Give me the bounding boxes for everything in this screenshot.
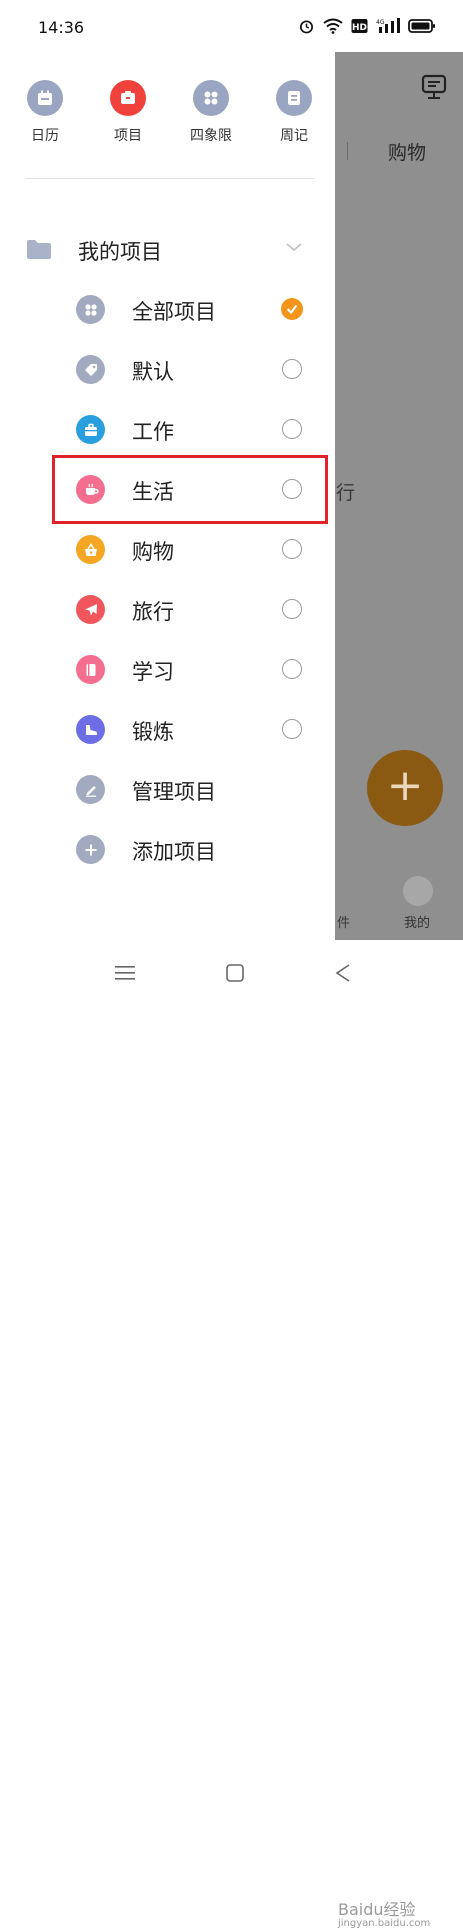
status-icons: HD 4G	[298, 18, 436, 34]
signal-icon: 4G	[376, 18, 400, 33]
weekly-note-icon	[276, 80, 312, 116]
add-icon	[76, 835, 105, 864]
radio-button[interactable]	[282, 719, 302, 739]
background-travel-text: 行	[336, 482, 356, 504]
mine-icon[interactable]	[403, 876, 433, 906]
quick-calendar[interactable]: 日历	[10, 80, 80, 145]
nav-mine[interactable]: 我的	[404, 912, 430, 931]
project-item-work[interactable]: 工作	[76, 408, 306, 452]
add-project-button[interactable]: 添加项目	[76, 828, 306, 872]
quick-calendar-label: 日历	[31, 128, 59, 144]
status-time: 14:36	[38, 18, 85, 37]
tag-icon	[76, 355, 105, 384]
project-name: 默认	[132, 360, 174, 384]
radio-button[interactable]	[282, 539, 302, 559]
alarm-icon	[300, 20, 313, 34]
project-icon	[110, 80, 146, 116]
radio-button[interactable]	[282, 359, 302, 379]
project-item-travel[interactable]: 旅行	[76, 588, 306, 632]
quick-quadrant[interactable]: 四象限	[176, 80, 246, 145]
quick-project[interactable]: 项目	[93, 80, 163, 145]
basket-icon	[76, 535, 105, 564]
radio-button[interactable]	[282, 419, 302, 439]
radio-button[interactable]	[282, 659, 302, 679]
quick-weekly[interactable]: 周记	[259, 80, 329, 145]
book-icon	[76, 655, 105, 684]
system-nav-bar: Baidu经验 jingyan.baidu.com	[0, 940, 463, 1929]
menu-icon[interactable]	[114, 964, 136, 982]
quick-project-label: 项目	[114, 128, 142, 144]
project-name: 全部项目	[132, 300, 216, 324]
monitor-icon[interactable]	[420, 74, 448, 100]
navigation-drawer: 日历 项目 四象限 周记 我的项目 全部项目 默认 工作 生活 购物 旅行 学习…	[0, 52, 335, 992]
tab-separator	[347, 142, 348, 160]
add-project-label: 添加项目	[132, 840, 216, 864]
shoe-icon	[76, 715, 105, 744]
project-item-study[interactable]: 学习	[76, 648, 306, 692]
project-name: 旅行	[132, 600, 174, 624]
status-bar: 14:36 HD 4G	[0, 0, 463, 52]
tab-shopping[interactable]: 购物	[388, 138, 426, 165]
home-icon[interactable]	[225, 963, 245, 983]
project-item-default[interactable]: 默认	[76, 348, 306, 392]
briefcase-icon	[76, 415, 105, 444]
radio-button[interactable]	[282, 599, 302, 619]
project-name: 购物	[132, 540, 174, 564]
watermark: Baidu经验 jingyan.baidu.com	[338, 1896, 430, 1929]
quadrant-icon	[193, 80, 229, 116]
quick-weekly-label: 周记	[280, 128, 308, 144]
project-name: 锻炼	[132, 720, 174, 744]
nav-partial-label: 件	[337, 916, 351, 931]
add-task-button[interactable]: +	[367, 750, 443, 826]
project-group-header[interactable]: 我的项目	[26, 232, 306, 268]
project-item-all[interactable]: 全部项目	[76, 288, 306, 332]
manage-projects-button[interactable]: 管理项目	[76, 768, 306, 812]
grid-icon	[76, 295, 105, 324]
plane-icon	[76, 595, 105, 624]
chevron-down-icon[interactable]	[284, 240, 304, 254]
wifi-icon	[323, 18, 343, 34]
project-name: 学习	[132, 660, 174, 684]
svg-text:HD: HD	[352, 23, 367, 33]
highlight-box	[52, 455, 328, 524]
hd-icon: HD	[351, 19, 368, 33]
manage-projects-label: 管理项目	[132, 780, 216, 804]
divider	[26, 178, 315, 179]
battery-icon	[408, 19, 435, 33]
project-group-title: 我的项目	[78, 240, 162, 264]
watermark-sub: jingyan.baidu.com	[338, 1918, 431, 1929]
folder-icon	[27, 240, 51, 259]
edit-icon	[76, 775, 105, 804]
project-name: 工作	[132, 420, 174, 444]
watermark-brand: Baidu经验	[338, 1900, 416, 1919]
quick-quadrant-label: 四象限	[190, 128, 232, 144]
project-item-exercise[interactable]: 锻炼	[76, 708, 306, 752]
svg-text:4G: 4G	[376, 19, 385, 26]
selected-check-icon[interactable]	[281, 298, 303, 320]
calendar-icon	[27, 80, 63, 116]
project-item-shopping[interactable]: 购物	[76, 528, 306, 572]
back-icon[interactable]	[334, 963, 352, 983]
